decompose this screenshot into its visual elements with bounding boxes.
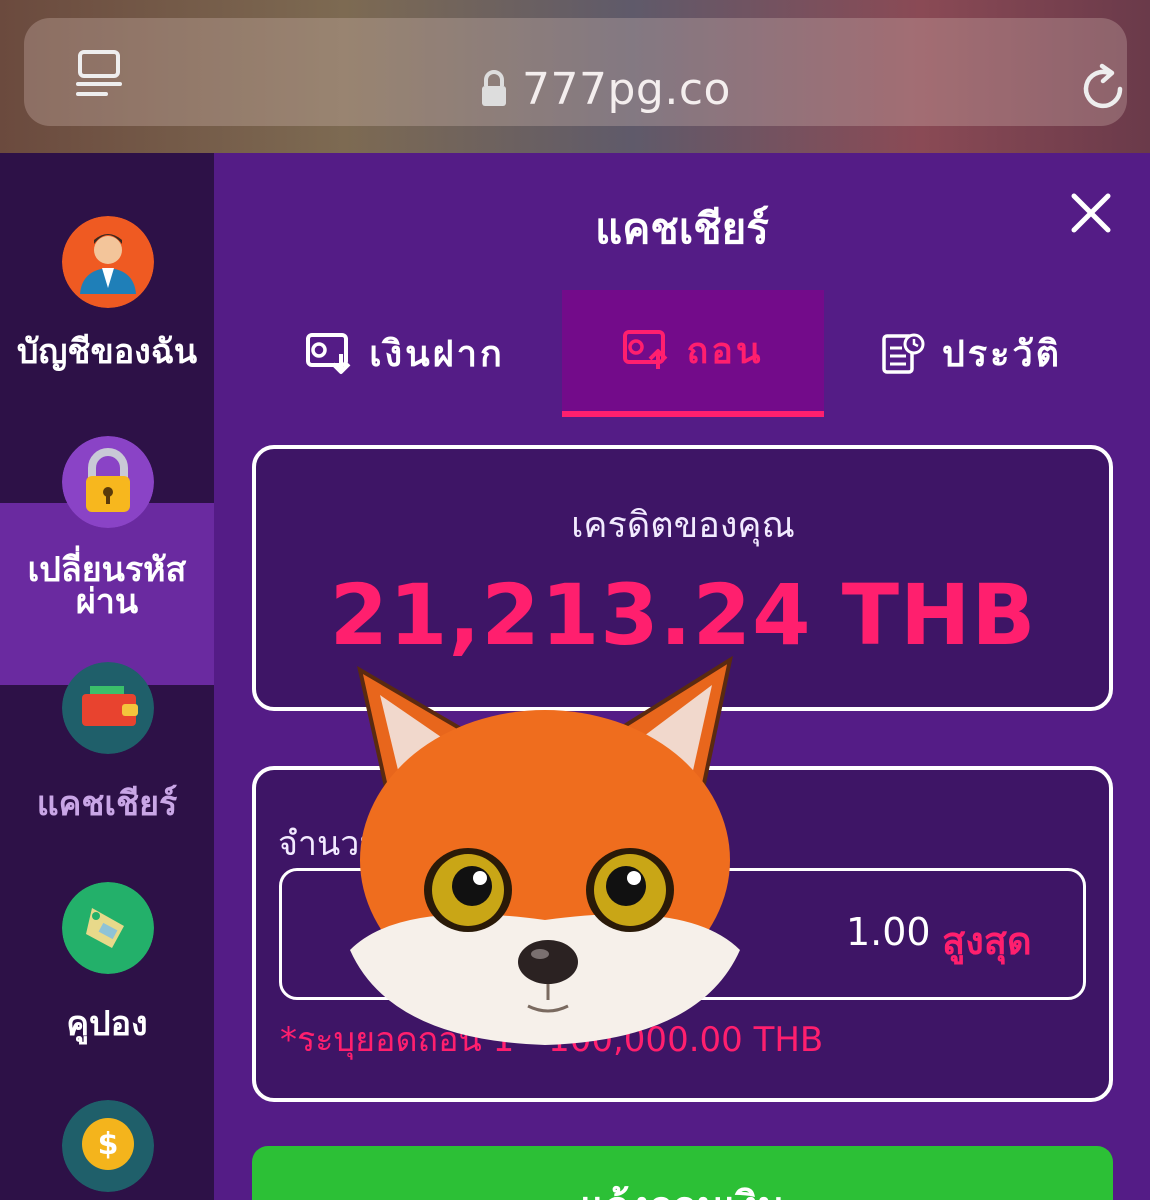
tab-label: ถอน <box>686 331 764 372</box>
url-text[interactable]: 777pg.co <box>522 60 731 120</box>
user-avatar-icon <box>62 216 154 308</box>
close-icon[interactable] <box>1068 190 1114 236</box>
tab-label: เงินฝาก <box>369 334 505 375</box>
coupon-tag-icon <box>62 882 154 974</box>
svg-text:$: $ <box>98 1127 119 1162</box>
coin-icon: $ <box>62 1100 154 1192</box>
history-icon <box>882 333 925 374</box>
fox-emoji-sticker <box>350 655 740 1045</box>
sidebar-item-label: แคชเชียร์ <box>36 784 178 824</box>
browser-toolbar: 777pg.co <box>0 0 1150 153</box>
tab-history[interactable]: ประวัติ <box>850 290 1090 417</box>
wallet-icon <box>62 662 154 754</box>
amount-value[interactable]: 1.00 <box>846 910 931 954</box>
confirm-withdraw-button[interactable]: แจ้งถอนเงิน <box>252 1146 1113 1200</box>
tabs-icon[interactable] <box>74 48 130 98</box>
tab-deposit[interactable]: เงินฝาก <box>280 290 530 417</box>
max-amount-button[interactable]: สูงสุด <box>942 910 1032 971</box>
sidebar-item-label: เปลี่ยนรหัสผ่าน <box>27 550 187 622</box>
lock-icon <box>482 70 506 106</box>
credit-label: เครดิตของคุณ <box>571 505 795 546</box>
address-bar[interactable]: 777pg.co <box>24 18 1127 126</box>
tab-label: ประวัติ <box>941 334 1063 375</box>
panel-title: แคชเชียร์ <box>595 204 769 253</box>
sidebar-item-label: คูปอง <box>66 1004 148 1044</box>
deposit-icon <box>306 332 351 374</box>
padlock-icon <box>62 436 154 528</box>
tab-withdraw[interactable]: ถอน <box>562 290 824 417</box>
withdraw-icon <box>623 329 668 369</box>
reload-icon[interactable] <box>1076 62 1130 116</box>
sidebar-item-label: บัญชีของฉัน <box>16 332 198 372</box>
